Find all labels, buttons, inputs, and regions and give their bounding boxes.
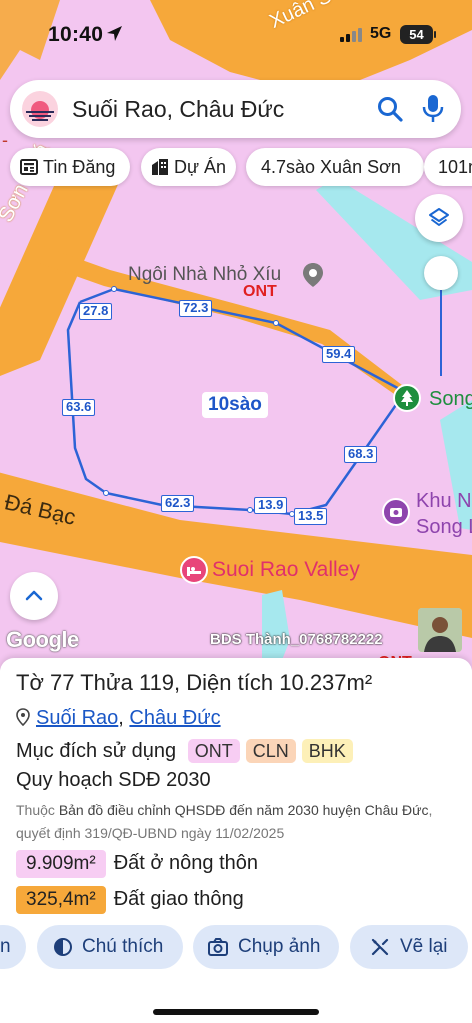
legend-button[interactable]: Chú thích	[37, 925, 183, 969]
redraw-icon	[371, 938, 389, 956]
usage-row-transport: 325,4m² Đất giao thông	[16, 884, 244, 914]
watermark-photo	[418, 608, 462, 652]
google-attribution: Google	[6, 627, 79, 652]
capture-button[interactable]: Chụp ảnh	[193, 925, 339, 969]
to-value: 77	[50, 670, 75, 695]
poi-khu-label-1[interactable]: Khu N	[416, 490, 472, 513]
usage-label: Đất giao thông	[113, 888, 244, 910]
legend-icon	[54, 938, 72, 956]
action-label: Vẽ lại	[400, 936, 448, 957]
purpose-tag-bhk[interactable]: BHK	[301, 739, 353, 763]
commune-link[interactable]: Suối Rao	[36, 707, 118, 729]
chevron-up-icon	[25, 590, 43, 601]
usage-area: 325,4m²	[16, 886, 106, 914]
layers-icon	[429, 208, 449, 226]
usage-row-residential: 9.909m² Đất ở nông thôn	[16, 848, 258, 878]
home-indicator	[153, 1009, 319, 1015]
poi-song-label[interactable]: Song	[429, 388, 472, 411]
battery-icon: 54	[400, 25, 436, 44]
opacity-slider-handle[interactable]	[424, 256, 458, 290]
action-partial-button[interactable]: n	[0, 925, 26, 969]
plan-title: Quy hoạch SDĐ 2030	[16, 769, 211, 791]
status-bar: 10:40 5G 54	[0, 0, 472, 70]
poi-pin-icon[interactable]	[302, 262, 324, 288]
layers-button[interactable]	[415, 194, 463, 242]
thua-value: 119	[138, 670, 175, 695]
watermark-text: BDS Thành_0768782222	[210, 631, 383, 648]
parcel-title: Tờ 77 Thửa 119, Diện tích 10.237m²	[16, 670, 373, 695]
action-label: Chụp ảnh	[238, 936, 321, 957]
status-time: 10:40	[48, 23, 104, 46]
zone-label-ont-1: ONT	[243, 283, 277, 300]
segment-label: 59.4	[322, 346, 356, 363]
chip-101m[interactable]: 101m	[424, 148, 472, 186]
purpose-label: Mục đích sử dụng	[16, 740, 177, 762]
action-label: Chú thích	[82, 936, 164, 957]
purpose-tag-ont[interactable]: ONT	[187, 739, 240, 763]
area-value: 10.237m²	[279, 670, 373, 695]
redraw-button[interactable]: Vẽ lại	[350, 925, 468, 969]
chip-label: Tin Đăng	[43, 157, 116, 177]
attraction-icon[interactable]	[382, 498, 410, 526]
action-label: n	[0, 936, 11, 957]
person-photo-icon	[418, 608, 462, 652]
area-label: Diện tích	[186, 670, 274, 695]
poi-khu-label-2[interactable]: Song L	[416, 516, 472, 539]
segment-label: 27.8	[79, 303, 113, 320]
purpose-row: Mục đích sử dụng ONT CLN BHK	[16, 738, 353, 764]
chip-tin-dang[interactable]: Tin Đăng	[10, 148, 130, 186]
chip-project-xuan-son[interactable]: 4.7sào Xuân Sơn	[246, 148, 424, 186]
to-label: Tờ	[16, 670, 44, 695]
search-icon[interactable]	[376, 95, 404, 123]
segment-label: 63.6	[62, 399, 96, 416]
chip-du-an[interactable]: Dự Án	[141, 148, 236, 186]
plan-note-prefix: Thuộc	[16, 802, 55, 818]
building-icon	[152, 159, 168, 175]
app-logo-avatar[interactable]	[22, 91, 58, 127]
location-row: Suối Rao, Châu Đức	[16, 707, 221, 730]
segment-label: 62.3	[161, 495, 195, 512]
park-icon[interactable]	[393, 384, 421, 412]
parcel-info-sheet: Tờ 77 Thửa 119, Diện tích 10.237m² Suối …	[0, 658, 472, 1023]
chip-label: 4.7sào Xuân Sơn	[261, 157, 401, 177]
road-label-partial: -	[2, 130, 8, 150]
location-pin-icon	[16, 708, 30, 726]
plan-note: Thuộc Bản đồ điều chỉnh QHSDĐ đến năm 20…	[16, 799, 456, 845]
location-arrow-icon	[107, 26, 122, 41]
network-type: 5G	[370, 25, 392, 42]
road-da-bac	[0, 472, 472, 638]
parcel-area-label: 10sào	[202, 392, 268, 418]
camera-icon	[208, 938, 228, 956]
chip-label: 101m	[438, 157, 472, 177]
sunset-logo-icon	[22, 91, 58, 127]
hotel-icon[interactable]	[180, 556, 208, 584]
purpose-tag-cln[interactable]: CLN	[245, 739, 296, 763]
usage-area: 9.909m²	[16, 850, 106, 878]
action-bar: n Chú thích Chụp ảnh Vẽ lại	[0, 925, 472, 971]
search-bar[interactable]: Suối Rao, Châu Đức	[10, 80, 461, 138]
poi-valley-label[interactable]: Suoi Rao Valley	[212, 558, 360, 582]
segment-label: 13.9	[254, 497, 288, 514]
signal-icon	[340, 28, 362, 42]
segment-label: 72.3	[179, 300, 213, 317]
search-input[interactable]: Suối Rao, Châu Đức	[72, 96, 284, 123]
usage-label: Đất ở nông thôn	[113, 852, 259, 874]
chip-label: Dự Án	[174, 157, 227, 177]
plan-map-name: Bản đồ điều chỉnh QHSDĐ đến năm 2030 huy…	[58, 802, 429, 818]
segment-label: 68.3	[344, 446, 378, 463]
newspaper-icon	[20, 159, 38, 175]
microphone-icon[interactable]	[422, 94, 444, 124]
map-view[interactable]: Xuân S Sơn - Đá Đá Bạc - Ngôi Nhà Nhỏ Xí…	[0, 0, 472, 670]
district-link[interactable]: Châu Đức	[129, 707, 220, 729]
thua-label: Thửa	[80, 670, 133, 695]
expand-up-button[interactable]	[10, 572, 58, 620]
segment-label: 13.5	[294, 508, 328, 525]
